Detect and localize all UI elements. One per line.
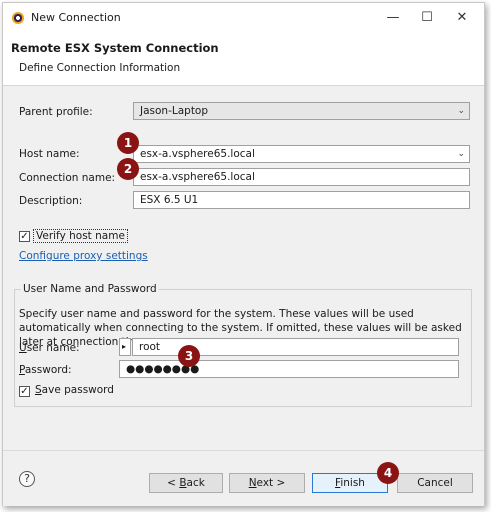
close-button[interactable]: ✕ xyxy=(444,7,480,29)
host-name-combo[interactable]: esx-a.vsphere65.local ⌄ xyxy=(133,145,470,163)
annotation-marker-2: 2 xyxy=(117,158,139,180)
chevron-down-icon: ⌄ xyxy=(457,149,465,159)
maximize-button[interactable]: ☐ xyxy=(409,7,445,29)
parent-profile-label: Parent profile: xyxy=(19,106,93,118)
description-field[interactable]: ESX 6.5 U1 xyxy=(133,191,470,209)
button-bar: ? < Back Next > Finish Cancel 4 xyxy=(3,450,484,506)
save-password-label[interactable]: Save password xyxy=(35,384,114,396)
description-label: Description: xyxy=(19,195,83,207)
new-connection-dialog: New Connection — ☐ ✕ Remote ESX System C… xyxy=(2,2,485,506)
annotation-marker-1: 1 xyxy=(117,132,139,154)
page-title: Remote ESX System Connection xyxy=(11,41,219,55)
verify-host-checkbox[interactable]: ✓ xyxy=(19,231,30,242)
host-name-value: esx-a.vsphere65.local xyxy=(140,148,255,160)
minimize-button[interactable]: — xyxy=(375,7,411,29)
password-label: Password: xyxy=(19,364,72,376)
annotation-marker-4: 4 xyxy=(377,462,399,484)
chevron-down-icon: ⌄ xyxy=(457,106,465,116)
parent-profile-value: Jason-Laptop xyxy=(140,105,209,117)
save-password-checkbox[interactable]: ✓ xyxy=(19,386,30,397)
back-button[interactable]: < Back xyxy=(149,473,223,493)
page-subtitle: Define Connection Information xyxy=(19,62,181,74)
password-field[interactable]: ●●●●●●●● xyxy=(119,360,459,378)
wizard-banner: Remote ESX System Connection Define Conn… xyxy=(3,33,484,86)
next-button[interactable]: Next > xyxy=(229,473,305,493)
parent-profile-select[interactable]: Jason-Laptop ⌄ xyxy=(133,102,470,120)
user-name-label: User name: xyxy=(19,342,80,354)
annotation-marker-3: 3 xyxy=(178,345,200,367)
eclipse-app-icon xyxy=(12,12,24,24)
help-icon[interactable]: ? xyxy=(19,471,35,487)
cancel-button[interactable]: Cancel xyxy=(397,473,473,493)
host-name-label: Host name: xyxy=(19,148,80,160)
credentials-group-title: User Name and Password xyxy=(21,283,159,295)
content-assist-icon: ▸ xyxy=(119,338,131,356)
configure-proxy-link[interactable]: Configure proxy settings xyxy=(19,250,148,262)
verify-host-label[interactable]: Verify host name xyxy=(33,229,128,243)
connection-name-field[interactable]: esx-a.vsphere65.local xyxy=(133,168,470,186)
title-bar: New Connection — ☐ ✕ xyxy=(3,3,484,33)
connection-name-label: Connection name: xyxy=(19,172,116,184)
window-title: New Connection xyxy=(31,11,121,24)
form-area: Parent profile: Jason-Laptop ⌄ Host name… xyxy=(3,86,484,450)
